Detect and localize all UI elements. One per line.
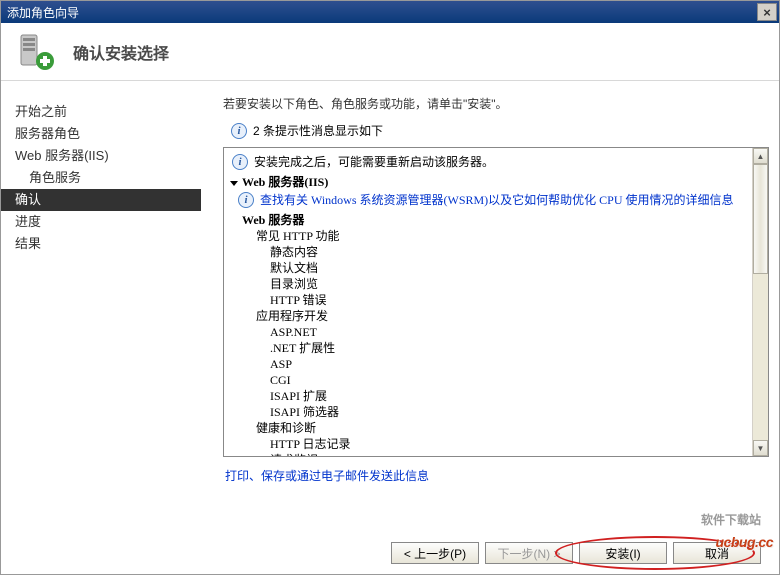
scroll-thumb[interactable] [753,164,768,274]
wizard-window: 添加角色向导 × 确认安装选择 开始之前 服务器角色 Web 服务器(IIS) … [0,0,780,575]
sidebar-item-roles[interactable]: 服务器角色 [1,123,201,145]
wsrm-link-row: i 查找有关 Windows 系统资源管理器(WSRM)以及它如何帮助优化 CP… [238,192,748,208]
sidebar-item-progress[interactable]: 进度 [1,211,201,233]
restart-text: 安装完成之后，可能需要重新启动该服务器。 [254,154,494,170]
install-button[interactable]: 安装(I) [579,542,667,564]
tree-root: Web 服务器 [242,212,748,228]
tree-item: CGI [270,372,748,388]
sidebar-item-confirm[interactable]: 确认 [1,189,201,211]
tree-group: 应用程序开发 [256,308,748,324]
tree-item: 目录浏览 [270,276,748,292]
scrollbar[interactable]: ▲ ▼ [752,148,768,456]
close-button[interactable]: × [757,3,777,21]
sidebar: 开始之前 服务器角色 Web 服务器(IIS) 角色服务 确认 进度 结果 [1,81,201,526]
tree-group: 健康和诊断 [256,420,748,436]
sidebar-item-results[interactable]: 结果 [1,233,201,255]
section-title: Web 服务器(IIS) [242,174,328,190]
tree-group: 常见 HTTP 功能 [256,228,748,244]
tree-item: .NET 扩展性 [270,340,748,356]
tree-item: ISAPI 扩展 [270,388,748,404]
tree-item: 默认文档 [270,260,748,276]
tree-item: 请求监视 [270,452,748,456]
body: 开始之前 服务器角色 Web 服务器(IIS) 角色服务 确认 进度 结果 若要… [1,81,779,526]
tree-item: ASP [270,356,748,372]
sidebar-item-iis[interactable]: Web 服务器(IIS) [1,145,201,167]
tree-item: HTTP 日志记录 [270,436,748,452]
prev-button[interactable]: < 上一步(P) [391,542,479,564]
page-title: 确认安装选择 [73,40,169,64]
cancel-button[interactable]: 取消 [673,542,761,564]
info-icon: i [232,154,248,170]
tree-item: ASP.NET [270,324,748,340]
info-summary: i 2 条提示性消息显示如下 [231,122,769,139]
scroll-up-button[interactable]: ▲ [753,148,768,164]
intro-text: 若要安装以下角色、角色服务或功能，请单击"安装"。 [223,95,769,112]
sidebar-item-before[interactable]: 开始之前 [1,101,201,123]
sidebar-item-role-services[interactable]: 角色服务 [1,167,201,189]
close-icon: × [763,5,771,20]
header: 确认安装选择 [1,23,779,81]
scroll-down-button[interactable]: ▼ [753,440,768,456]
disclosure-arrow-icon [230,181,238,186]
tree-item: 静态内容 [270,244,748,260]
next-button: 下一步(N) > [485,542,573,564]
titlebar-title: 添加角色向导 [7,4,757,21]
info-count-text: 2 条提示性消息显示如下 [253,122,383,139]
tree-item: ISAPI 筛选器 [270,404,748,420]
tree-item: HTTP 错误 [270,292,748,308]
content-inner: i 安装完成之后，可能需要重新启动该服务器。 Web 服务器(IIS) i 查找… [224,148,752,456]
restart-message: i 安装完成之后，可能需要重新启动该服务器。 [232,154,748,170]
button-bar: < 上一步(P) 下一步(N) > 安装(I) 取消 [391,542,761,564]
wsrm-link[interactable]: 查找有关 Windows 系统资源管理器(WSRM)以及它如何帮助优化 CPU … [260,192,734,208]
content-box: i 安装完成之后，可能需要重新启动该服务器。 Web 服务器(IIS) i 查找… [223,147,769,457]
main-panel: 若要安装以下角色、角色服务或功能，请单击"安装"。 i 2 条提示性消息显示如下… [201,81,779,526]
section-header: Web 服务器(IIS) [232,174,748,190]
titlebar: 添加角色向导 × [1,1,779,23]
info-icon: i [238,192,254,208]
info-icon: i [231,123,247,139]
server-role-icon [15,31,57,73]
print-save-email-link[interactable]: 打印、保存或通过电子邮件发送此信息 [225,467,769,484]
